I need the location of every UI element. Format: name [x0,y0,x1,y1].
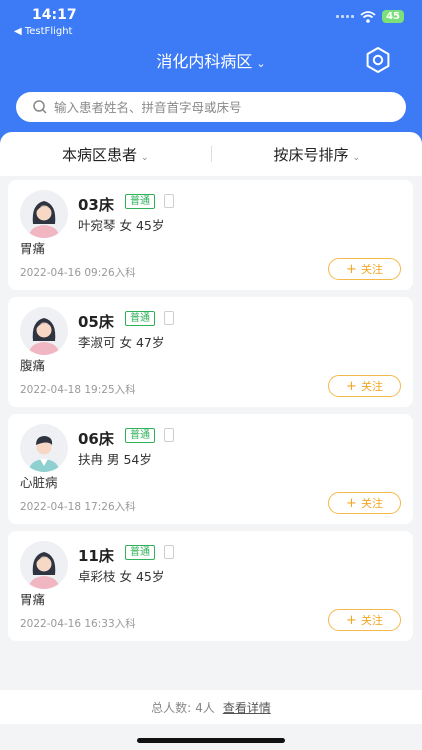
search-input[interactable] [54,99,384,115]
patient-info: 叶宛琴 女 45岁 [78,218,165,233]
admit-time: 2022-04-16 16:33入科 [20,618,136,630]
bed-number: 11床 [78,547,114,565]
ward-patients-filter[interactable]: 本病区患者 ⌄ [0,144,211,165]
patient-info: 扶冉 男 54岁 [78,452,152,467]
care-level-badge: 普通 [125,311,155,326]
patient-card[interactable]: 03床 普通 叶宛琴 女 45岁 胃痛 2022-04-16 09:26入科 +… [8,180,413,290]
empty-tag [164,428,174,442]
bed-number: 03床 [78,196,114,214]
filter-label: 按床号排序 [273,145,349,164]
care-level-badge: 普通 [125,428,155,443]
follow-button[interactable]: + 关注 [328,609,401,631]
follow-label: 关注 [360,380,383,393]
total-count: 4人 [195,700,215,715]
empty-tag [164,194,174,208]
header-bar: 14:17 ◀ TestFlight 45 消化内科病区 ⌄ [0,0,422,150]
gear-icon[interactable] [364,46,392,74]
bed-number: 06床 [78,430,114,448]
signal-icon [336,15,355,18]
care-level-badge: 普通 [125,545,155,560]
plus-icon: + [346,261,357,277]
female-avatar-icon [20,541,68,589]
admit-time: 2022-04-18 19:25入科 [20,384,136,396]
wifi-icon [360,10,376,23]
filter-bar: 本病区患者 ⌄ 按床号排序 ⌄ [0,132,422,176]
battery-icon: 45 [382,10,404,23]
care-level-badge: 普通 [125,194,155,209]
patient-card[interactable]: 11床 普通 卓彩枝 女 45岁 胃痛 2022-04-16 16:33入科 +… [8,531,413,641]
admit-time: 2022-04-18 17:26入科 [20,501,136,513]
female-avatar-icon [20,307,68,355]
search-bar[interactable] [16,92,406,122]
total-label: 总人数: [151,700,192,715]
follow-button[interactable]: + 关注 [328,258,401,280]
patient-card[interactable]: 05床 普通 李淑可 女 47岁 腹痛 2022-04-18 19:25入科 +… [8,297,413,407]
sort-by-bed-filter[interactable]: 按床号排序 ⌄ [212,144,422,165]
female-avatar-icon [20,190,68,238]
bed-number: 05床 [78,313,114,331]
follow-label: 关注 [360,497,383,510]
status-bar: 14:17 ◀ TestFlight 45 [0,0,422,42]
male-avatar-icon [20,424,68,472]
empty-tag [164,545,174,559]
status-time: 14:17 [32,7,77,23]
status-icons: 45 [336,10,404,23]
chevron-down-icon: ⌄ [256,57,266,70]
search-icon [33,100,47,114]
footer-summary: 总人数: 4人 查看详情 [0,690,422,724]
view-details-link[interactable]: 查看详情 [223,699,271,716]
plus-icon: + [346,495,357,511]
back-to-testflight-link[interactable]: ◀ TestFlight [14,26,72,37]
diagnosis: 心脏病 [20,475,58,490]
plus-icon: + [346,612,357,628]
diagnosis: 胃痛 [20,241,46,256]
patient-card[interactable]: 06床 普通 扶冉 男 54岁 心脏病 2022-04-18 17:26入科 +… [8,414,413,524]
empty-tag [164,311,174,325]
diagnosis: 腹痛 [20,358,46,373]
admit-time: 2022-04-16 09:26入科 [20,267,136,279]
filter-label: 本病区患者 [61,145,137,164]
patient-info: 李淑可 女 47岁 [78,335,165,350]
ward-selector[interactable]: 消化内科病区 ⌄ [0,48,422,72]
follow-button[interactable]: + 关注 [328,492,401,514]
follow-label: 关注 [360,614,383,627]
ward-title: 消化内科病区 [156,52,253,71]
home-indicator [137,738,285,743]
plus-icon: + [346,378,357,394]
chevron-down-icon: ⌄ [352,152,361,163]
diagnosis: 胃痛 [20,592,46,607]
patient-info: 卓彩枝 女 45岁 [78,569,165,584]
follow-button[interactable]: + 关注 [328,375,401,397]
chevron-down-icon: ⌄ [140,152,149,163]
follow-label: 关注 [360,263,383,276]
